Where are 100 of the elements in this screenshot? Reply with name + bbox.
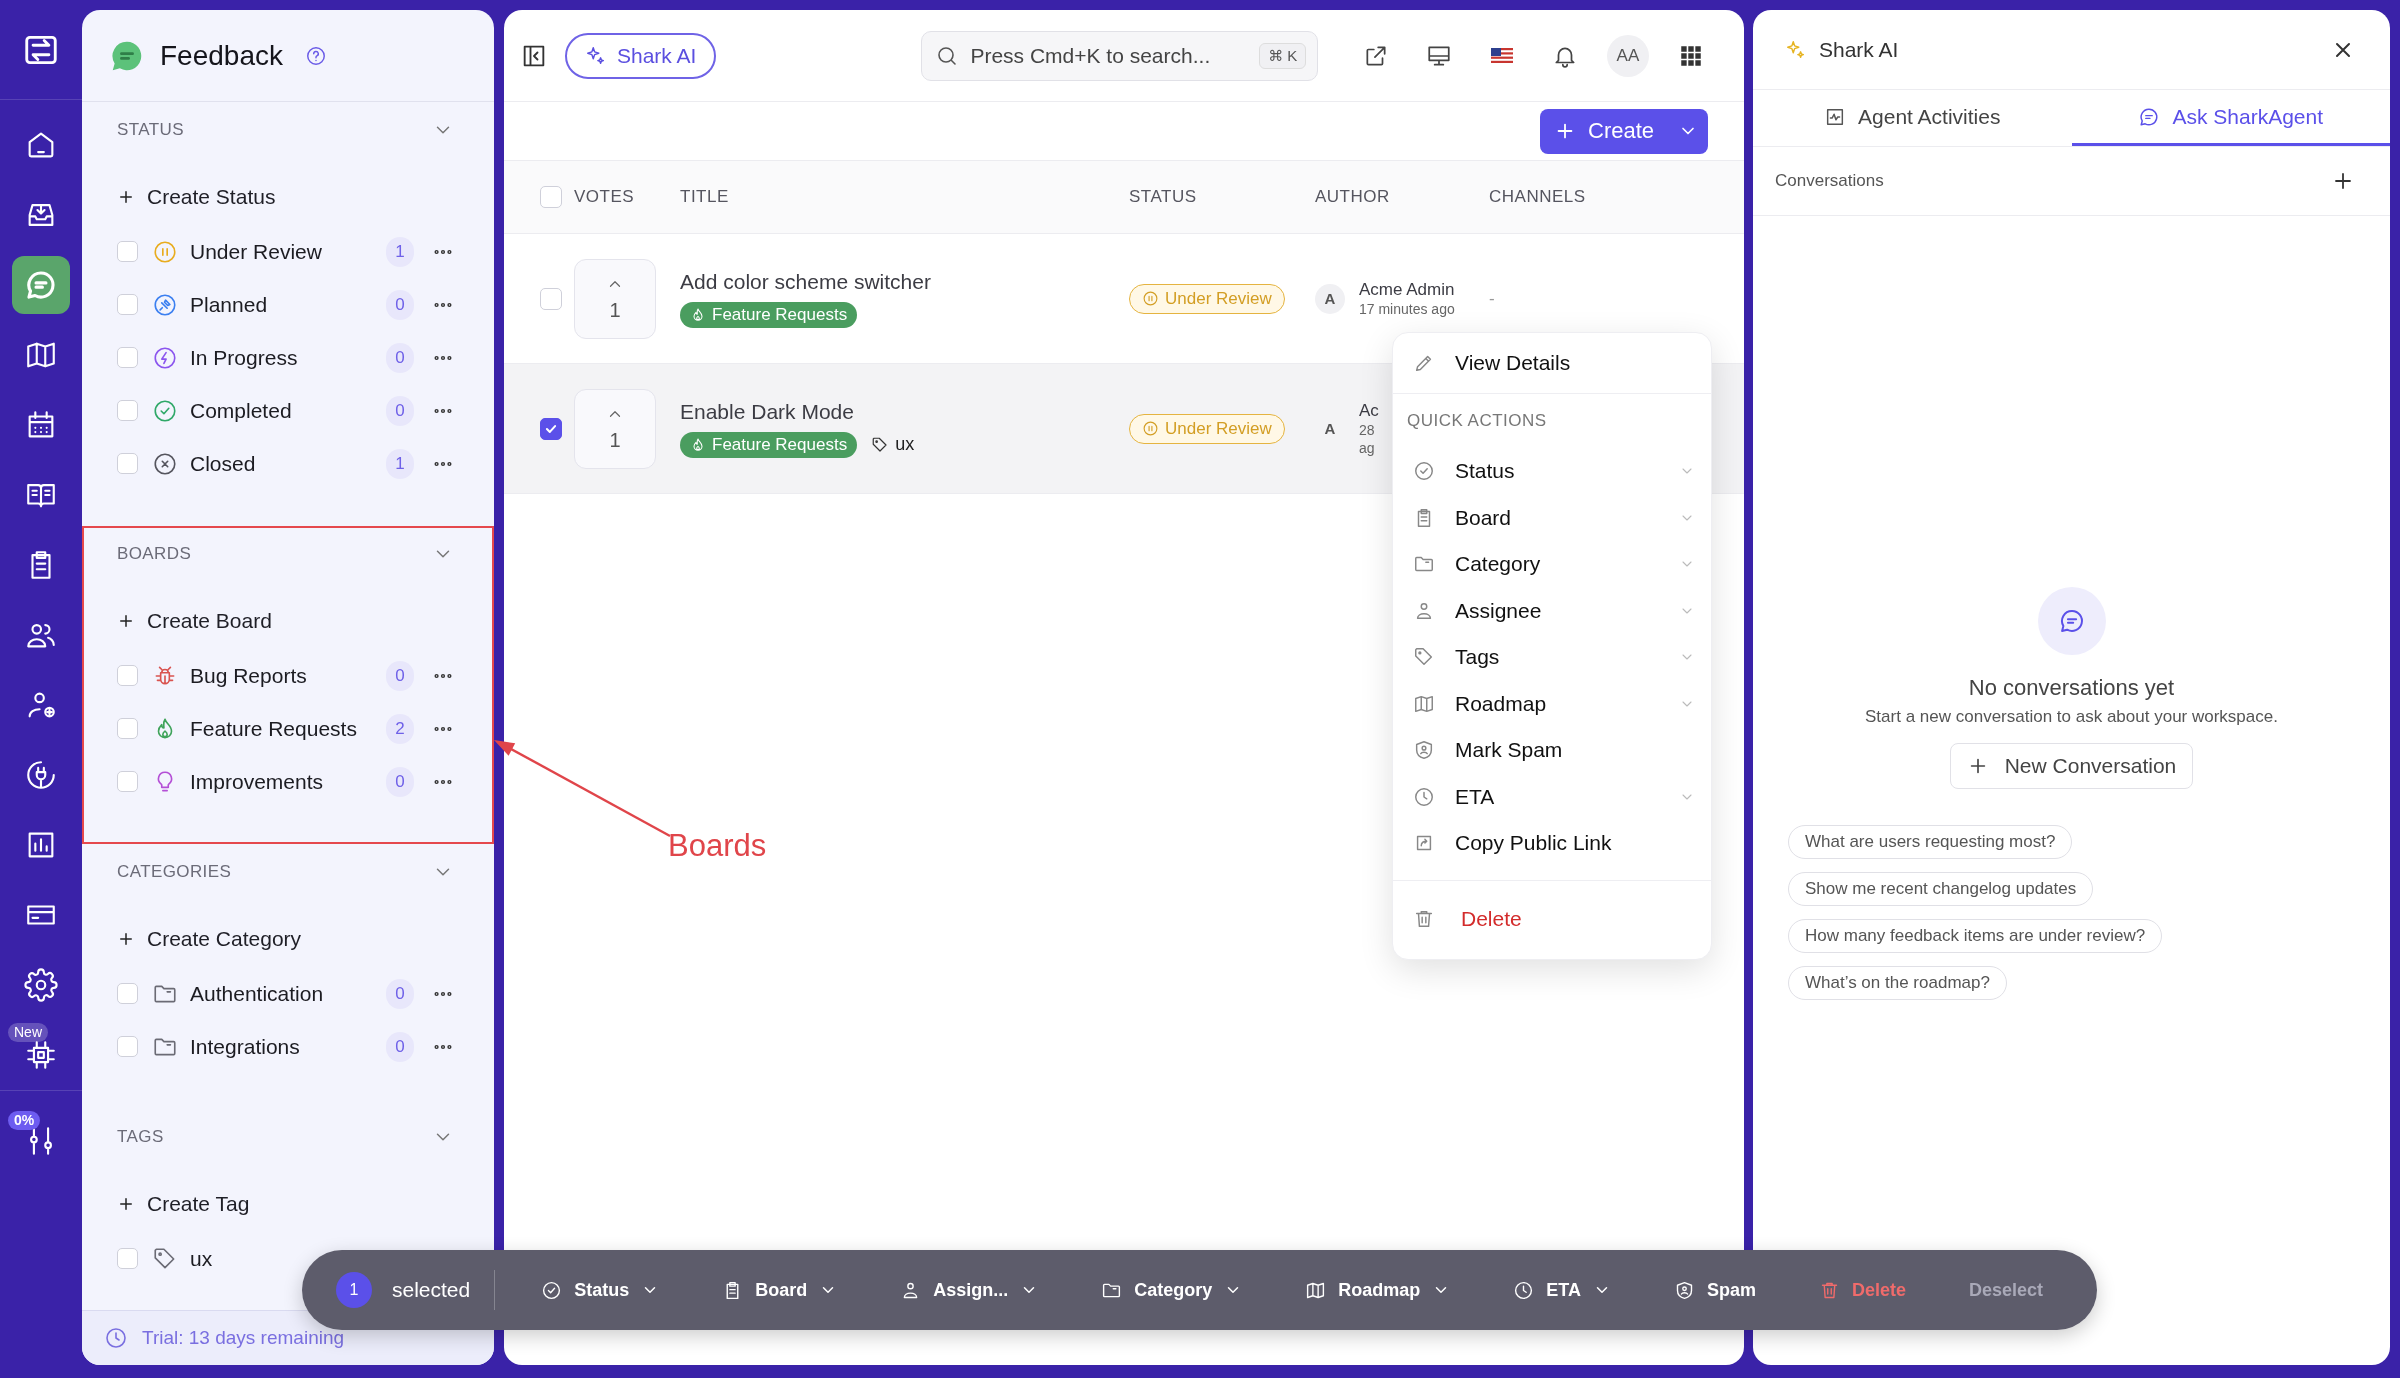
bulk-action-button[interactable]: Category: [1101, 1279, 1243, 1301]
column-header: AUTHOR: [1315, 187, 1391, 207]
filter-label[interactable]: Planned: [190, 292, 268, 317]
filter-label[interactable]: Authentication: [190, 981, 324, 1006]
create-button[interactable]: Create Board: [117, 601, 272, 641]
nav-button[interactable]: [12, 256, 70, 314]
menu-item[interactable]: Copy Public Link: [1393, 820, 1711, 867]
vote-button[interactable]: 1: [574, 388, 656, 469]
pause-icon: [1142, 420, 1159, 437]
page-title: Feedback: [160, 39, 283, 72]
flag-icon[interactable]: [1490, 48, 1513, 63]
plus-icon: [117, 612, 135, 630]
sparkle-icon: [1785, 38, 1807, 61]
menu-item[interactable]: Category: [1393, 541, 1711, 588]
filter-label[interactable]: Bug Reports: [190, 663, 307, 688]
timestamp: 28 ag: [1359, 420, 1375, 457]
nav-badge: New: [8, 1023, 48, 1042]
count-badge: 0: [386, 766, 414, 797]
count-badge: 0: [386, 660, 414, 691]
status-text: Under Review: [1165, 288, 1272, 309]
chat-icon: [2037, 587, 2106, 655]
empty-title: No conversations yet: [1968, 675, 2175, 701]
section-title: BOARDS: [117, 544, 192, 564]
create-button[interactable]: Create Status: [117, 177, 276, 217]
status-text: Under Review: [1165, 418, 1272, 439]
filter-label[interactable]: Completed: [190, 398, 292, 423]
filter-label[interactable]: Integrations: [190, 1034, 300, 1059]
board-name: Feature Requests: [712, 434, 848, 455]
section-title: TAGS: [117, 1127, 164, 1147]
count-badge: 0: [386, 395, 414, 426]
tab[interactable]: Agent Activities: [1753, 90, 2072, 146]
create-button[interactable]: Create Category: [117, 919, 302, 959]
bulk-action-button[interactable]: ETA: [1513, 1279, 1611, 1301]
count-badge: 1: [386, 236, 414, 267]
clock-icon: [104, 1326, 128, 1350]
tab[interactable]: Ask SharkAgent: [2071, 90, 2390, 146]
bulk-action-button[interactable]: Spam: [1674, 1279, 1756, 1301]
menu-item[interactable]: Assignee: [1393, 587, 1711, 634]
author-name: Acme Admin: [1359, 279, 1455, 300]
selection-label: selected: [392, 1278, 471, 1302]
tag-label: ux: [895, 434, 915, 455]
menu-item[interactable]: Roadmap: [1393, 680, 1711, 727]
filter-label[interactable]: Improvements: [190, 769, 324, 794]
count-badge: 0: [386, 289, 414, 320]
avatar[interactable]: AA: [1606, 34, 1649, 77]
menu-item[interactable]: Board: [1393, 494, 1711, 541]
flame-icon: [690, 306, 706, 323]
filter-label[interactable]: Under Review: [190, 239, 322, 264]
timestamp: 17 minutes ago: [1359, 299, 1455, 318]
section-title: STATUS: [117, 120, 184, 140]
filter-label[interactable]: Closed: [190, 451, 256, 476]
shark-ai-button[interactable]: Shark AI: [565, 32, 717, 79]
delete-menu-item[interactable]: Delete: [1393, 880, 1711, 957]
bulk-action-button[interactable]: Roadmap: [1305, 1279, 1451, 1301]
flame-icon: [690, 436, 706, 453]
selection-count: 1: [336, 1272, 372, 1308]
new-conversation-button[interactable]: New Conversation: [1949, 743, 2194, 789]
plus-icon: [117, 930, 135, 948]
clock-icon: [1513, 1279, 1535, 1301]
avatar: A: [1315, 283, 1345, 314]
menu-section-title: QUICK ACTIONS: [1407, 411, 1547, 431]
shield-icon: [1413, 739, 1435, 762]
channel-cell: -: [1489, 288, 1495, 308]
vote-button[interactable]: 1: [574, 258, 656, 339]
help-icon[interactable]: [304, 44, 327, 67]
column-header: STATUS: [1129, 187, 1198, 207]
board-name: Feature Requests: [712, 304, 848, 325]
feedback-title[interactable]: Enable Dark Mode: [680, 399, 854, 424]
count-badge: 0: [386, 342, 414, 373]
clock-icon: [1413, 785, 1435, 808]
pause-icon: [1142, 290, 1159, 307]
bulk-action-button[interactable]: Board: [722, 1279, 838, 1301]
menu-item[interactable]: ETA: [1393, 773, 1711, 820]
section-title: CATEGORIES: [117, 862, 232, 882]
shield-icon: [1674, 1279, 1695, 1301]
menu-item[interactable]: Status: [1393, 448, 1711, 495]
chip-icon: [24, 1038, 58, 1072]
plus-icon: [117, 188, 135, 206]
plug-icon: [24, 758, 58, 792]
feedback-title[interactable]: Add color scheme switcher: [680, 269, 931, 294]
create-button[interactable]: Create Tag: [117, 1184, 250, 1224]
empty-description: Start a new conversation to ask about your workspace.: [1865, 707, 2278, 727]
bulk-action-button[interactable]: Assign...: [900, 1279, 1039, 1301]
trial-notice: Trial: 13 days remaining: [142, 1327, 345, 1349]
create-button[interactable]: Create: [1540, 108, 1708, 154]
count-badge: 0: [386, 978, 414, 1009]
nav-badge: 0%: [8, 1111, 41, 1130]
author-name: Ac: [1359, 400, 1379, 421]
checkbox[interactable]: [540, 417, 562, 440]
filter-label[interactable]: In Progress: [190, 345, 298, 370]
sparkle-icon: [585, 44, 607, 67]
section-title: Conversations: [1775, 171, 1884, 191]
filter-label[interactable]: Feature Requests: [190, 716, 357, 741]
menu-item[interactable]: Tags: [1393, 634, 1711, 681]
menu-item[interactable]: Mark Spam: [1393, 727, 1711, 774]
annotation-label: Boards: [668, 828, 767, 864]
bulk-action-button[interactable]: Status: [541, 1279, 660, 1301]
filter-label[interactable]: ux: [190, 1246, 213, 1271]
settings-icon: [24, 968, 58, 1002]
avatar: A: [1323, 419, 1337, 439]
